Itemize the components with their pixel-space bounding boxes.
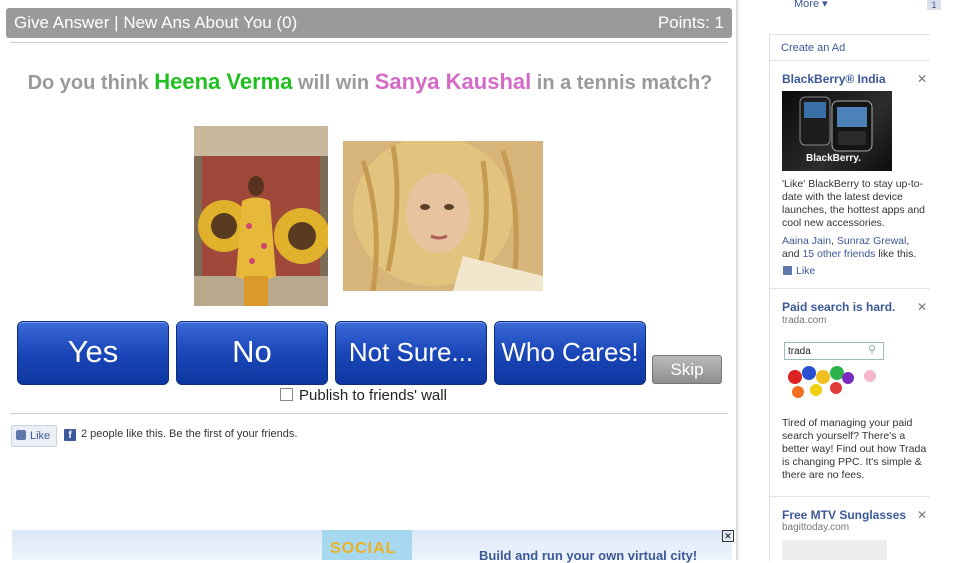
tab-separator: |	[114, 13, 119, 32]
banner-ad-logo[interactable]: SOCIAL	[322, 530, 412, 560]
like-button-label: Like	[30, 430, 51, 442]
ball-graphic	[792, 386, 804, 398]
text-comma: ,	[906, 235, 910, 247]
ad-domain: trada.com	[782, 315, 827, 326]
app-header-bar: Give Answer | New Ans About You (0) Poin…	[6, 8, 732, 38]
ad-body: 'Like' BlackBerry to stay up-to-date wit…	[782, 178, 926, 229]
ball-graphic	[788, 370, 802, 384]
ad-body: Tired of managing your paid search yours…	[782, 417, 927, 481]
thumbs-up-icon	[783, 266, 792, 275]
ad-image-logo: BlackBerry.	[806, 153, 861, 164]
ad-image[interactable]: BlackBerry.	[782, 91, 892, 171]
publish-option: Publish to friends' wall	[280, 387, 447, 404]
ad-image[interactable]	[782, 540, 887, 560]
ball-graphic	[864, 370, 876, 382]
app-canvas: Give Answer | New Ans About You (0) Poin…	[0, 0, 740, 563]
text-comma: ,	[831, 235, 834, 247]
close-icon[interactable]: ✕	[917, 72, 927, 86]
close-icon[interactable]: ✕	[917, 508, 927, 522]
not-sure-button[interactable]: Not Sure...	[335, 321, 487, 385]
banner-ad-logo-text: SOCIAL	[330, 540, 397, 557]
skip-button[interactable]: Skip	[652, 355, 722, 384]
ad-social-context: Aaina Jain, Sunraz Grewal, and 15 other …	[782, 235, 930, 261]
more-menu-label: More	[794, 0, 820, 10]
person1-photo-graphic	[194, 126, 328, 306]
like-button[interactable]: Like	[11, 425, 57, 447]
thumbs-up-icon	[16, 430, 26, 440]
chevron-down-icon: ▾	[822, 0, 828, 10]
tab-new-ans-about-you[interactable]: New Ans About You (0)	[123, 13, 297, 32]
more-menu[interactable]: More ▾	[794, 0, 828, 10]
close-icon[interactable]: ✕	[917, 300, 927, 314]
app-frame-edge	[736, 0, 740, 560]
text-like-this: like this.	[878, 248, 917, 260]
ball-graphic	[842, 372, 854, 384]
question-middle: will win	[298, 72, 370, 94]
divider	[10, 413, 728, 414]
friend-link[interactable]: Sunraz Grewal	[837, 235, 906, 247]
friend-link[interactable]: Aaina Jain	[782, 235, 831, 247]
publish-checkbox[interactable]	[280, 388, 293, 401]
points-display: Points: 1	[657, 13, 724, 32]
question-text: Do you think Heena Verma will win Sanya …	[20, 70, 720, 95]
who-cares-button[interactable]: Who Cares!	[494, 321, 646, 385]
ad-like-button[interactable]: Like	[783, 265, 815, 277]
close-icon[interactable]: ✕	[722, 530, 734, 542]
ad-title[interactable]: Free MTV Sunglasses	[782, 508, 906, 522]
divider	[10, 42, 728, 43]
person2-name[interactable]: Sanya Kaushal	[375, 69, 532, 94]
divider	[770, 288, 930, 289]
ball-graphic	[830, 382, 842, 394]
question-prefix: Do you think	[27, 72, 149, 94]
ad-domain: bagittoday.com	[782, 522, 850, 533]
search-box-text: trada	[788, 346, 811, 357]
ad-title[interactable]: BlackBerry® India	[782, 72, 886, 86]
ad-image[interactable]: trada ⚲	[782, 340, 892, 410]
text-and: and	[782, 248, 800, 260]
tab-give-answer[interactable]: Give Answer	[14, 13, 109, 32]
create-ad-link[interactable]: Create an Ad	[781, 42, 845, 54]
person2-photo[interactable]	[343, 141, 543, 291]
ball-graphic	[816, 370, 830, 384]
divider	[770, 60, 930, 61]
no-button[interactable]: No	[176, 321, 328, 385]
publish-label: Publish to friends' wall	[299, 387, 447, 404]
ball-graphic	[810, 384, 822, 396]
yes-button[interactable]: Yes	[17, 321, 169, 385]
facebook-icon: f	[64, 429, 76, 441]
person1-name[interactable]: Heena Verma	[154, 69, 292, 94]
person2-photo-graphic	[343, 141, 543, 291]
banner-ad-text[interactable]: Build and run your own virtual city!	[479, 548, 697, 563]
divider	[770, 496, 930, 497]
ball-graphic	[802, 366, 816, 380]
search-icon: ⚲	[868, 344, 877, 356]
other-friends-link[interactable]: 15 other friends	[802, 248, 875, 260]
ad-title[interactable]: Paid search is hard.	[782, 300, 895, 314]
person1-photo[interactable]	[194, 126, 328, 306]
question-suffix: in a tennis match?	[536, 72, 713, 94]
ad-like-label: Like	[796, 265, 816, 277]
notification-badge[interactable]: 1	[927, 0, 941, 10]
like-count-text: 2 people like this. Be the first of your…	[81, 428, 298, 440]
header-tabs: Give Answer | New Ans About You (0)	[14, 8, 297, 38]
